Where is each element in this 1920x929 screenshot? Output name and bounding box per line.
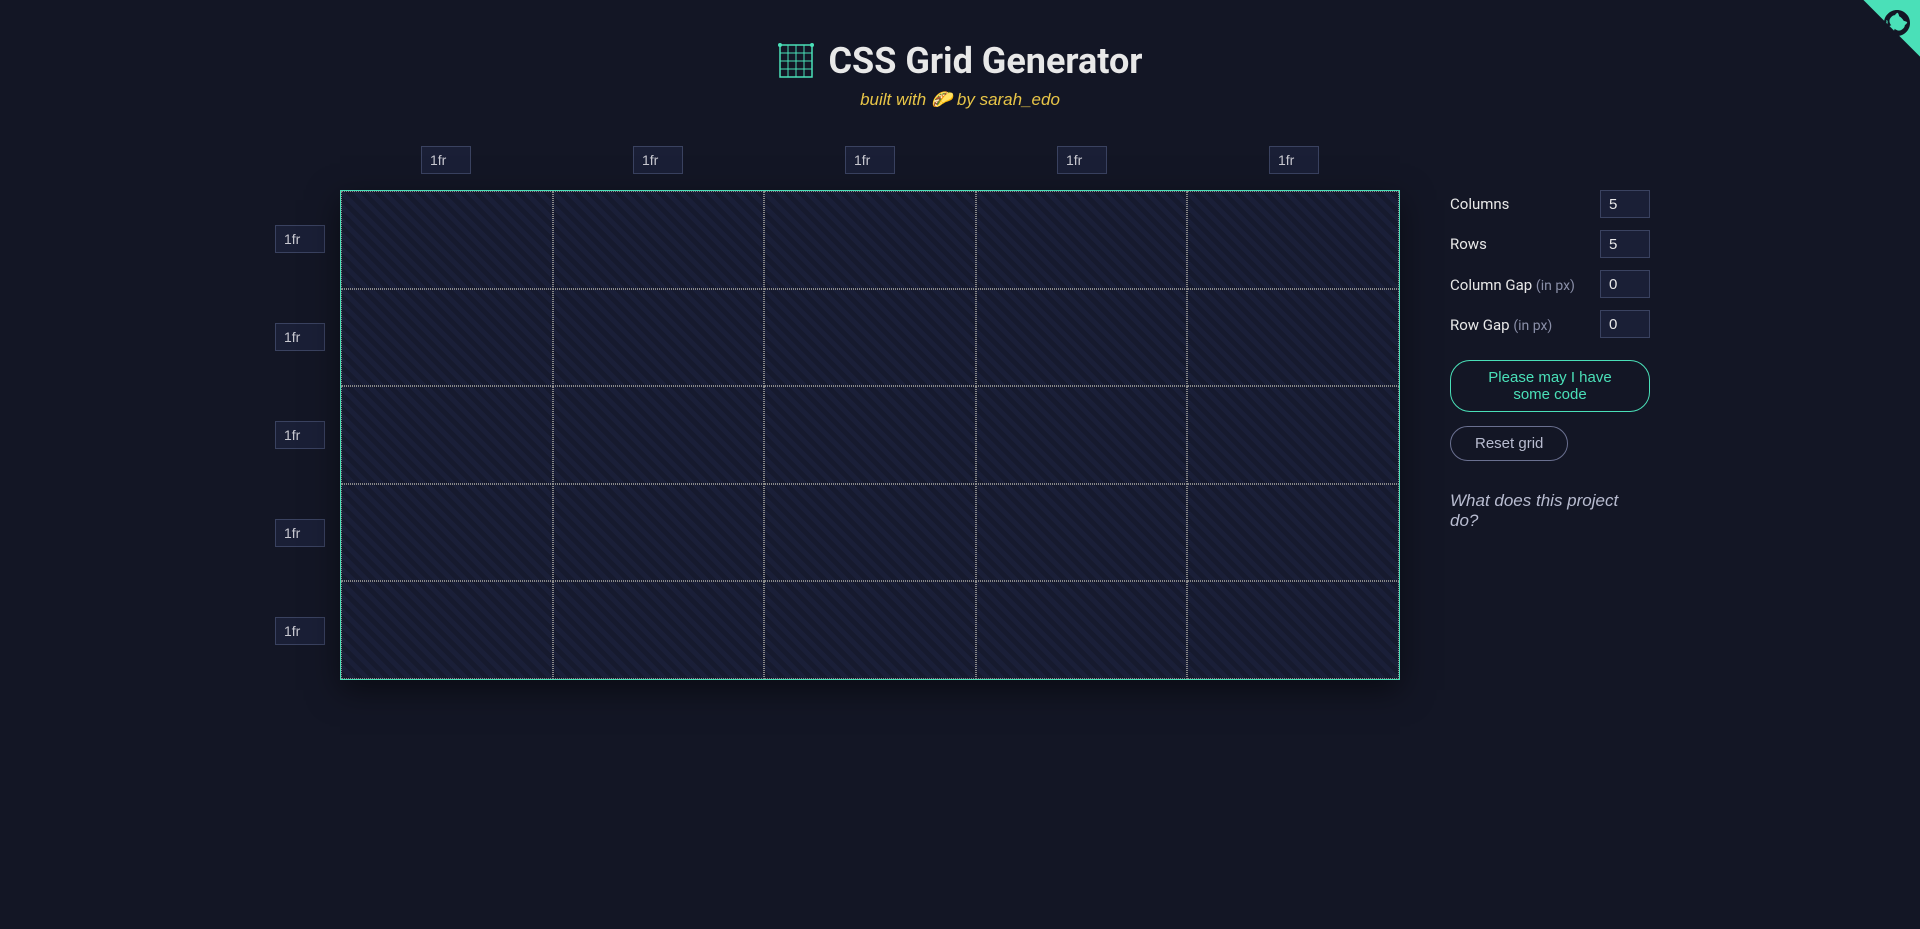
row-unit-input[interactable] [275, 421, 325, 449]
column-unit-input[interactable] [1057, 146, 1107, 174]
grid-cell[interactable] [764, 386, 976, 484]
grid-cell[interactable] [1187, 289, 1399, 387]
grid-canvas [340, 190, 1400, 680]
column-gap-control: Column Gap (in px) [1450, 270, 1650, 298]
column-unit-input[interactable] [1269, 146, 1319, 174]
columns-input[interactable] [1600, 190, 1650, 218]
rows-label: Rows [1450, 235, 1487, 253]
rows-input[interactable] [1600, 230, 1650, 258]
grid-cell[interactable] [1187, 581, 1399, 679]
row-unit-input[interactable] [275, 617, 325, 645]
grid-cell[interactable] [341, 289, 553, 387]
grid-cell[interactable] [341, 484, 553, 582]
grid-cell[interactable] [1187, 484, 1399, 582]
grid-cell[interactable] [341, 581, 553, 679]
column-labels [340, 140, 1400, 180]
column-gap-hint: (in px) [1536, 278, 1575, 294]
columns-label: Columns [1450, 195, 1509, 213]
main-content: Columns Rows Column Gap (in px) Row Gap … [0, 140, 1920, 680]
grid-editor [270, 140, 1400, 680]
column-gap-input[interactable] [1600, 270, 1650, 298]
header: CSS Grid Generator built with 🌮 by sarah… [0, 0, 1920, 140]
grid-cell[interactable] [1187, 386, 1399, 484]
grid-cell[interactable] [976, 191, 1188, 289]
grid-cell[interactable] [341, 191, 553, 289]
column-unit-input[interactable] [421, 146, 471, 174]
help-link[interactable]: What does this project do? [1450, 491, 1650, 531]
row-gap-hint: (in px) [1513, 318, 1552, 334]
taco-emoji-icon: 🌮 [931, 90, 952, 109]
grid-cell[interactable] [341, 386, 553, 484]
row-unit-input[interactable] [275, 225, 325, 253]
grid-cell[interactable] [764, 191, 976, 289]
subtitle-by: by [957, 90, 980, 109]
rows-control: Rows [1450, 230, 1650, 258]
row-gap-label: Row Gap [1450, 316, 1513, 334]
grid-cell[interactable] [976, 581, 1188, 679]
subtitle: built with 🌮 by sarah_edo [20, 90, 1900, 110]
row-unit-input[interactable] [275, 323, 325, 351]
column-unit-input[interactable] [633, 146, 683, 174]
grid-cell[interactable] [553, 289, 765, 387]
column-unit-input[interactable] [845, 146, 895, 174]
author-link[interactable]: sarah_edo [980, 90, 1060, 109]
row-gap-control: Row Gap (in px) [1450, 310, 1650, 338]
grid-cell[interactable] [553, 581, 765, 679]
column-gap-label: Column Gap [1450, 276, 1536, 294]
grid-cell[interactable] [764, 484, 976, 582]
grid-logo-icon [778, 43, 814, 79]
grid-cell[interactable] [764, 581, 976, 679]
github-corner-link[interactable] [1840, 0, 1920, 80]
row-labels [270, 190, 330, 680]
subtitle-prefix: built with [860, 90, 931, 109]
grid-cell[interactable] [976, 289, 1188, 387]
columns-control: Columns [1450, 190, 1650, 218]
row-gap-label-wrap: Row Gap (in px) [1450, 315, 1552, 334]
generate-code-button[interactable]: Please may I have some code [1450, 360, 1650, 412]
column-gap-label-wrap: Column Gap (in px) [1450, 275, 1575, 294]
reset-grid-button[interactable]: Reset grid [1450, 426, 1568, 461]
controls-panel: Columns Rows Column Gap (in px) Row Gap … [1450, 140, 1650, 680]
grid-cell[interactable] [553, 191, 765, 289]
grid-cell[interactable] [553, 484, 765, 582]
row-unit-input[interactable] [275, 519, 325, 547]
row-gap-input[interactable] [1600, 310, 1650, 338]
grid-cell[interactable] [976, 484, 1188, 582]
grid-cell[interactable] [976, 386, 1188, 484]
page-title: CSS Grid Generator [829, 40, 1143, 82]
grid-cell[interactable] [1187, 191, 1399, 289]
grid-cell[interactable] [764, 289, 976, 387]
grid-cell[interactable] [553, 386, 765, 484]
